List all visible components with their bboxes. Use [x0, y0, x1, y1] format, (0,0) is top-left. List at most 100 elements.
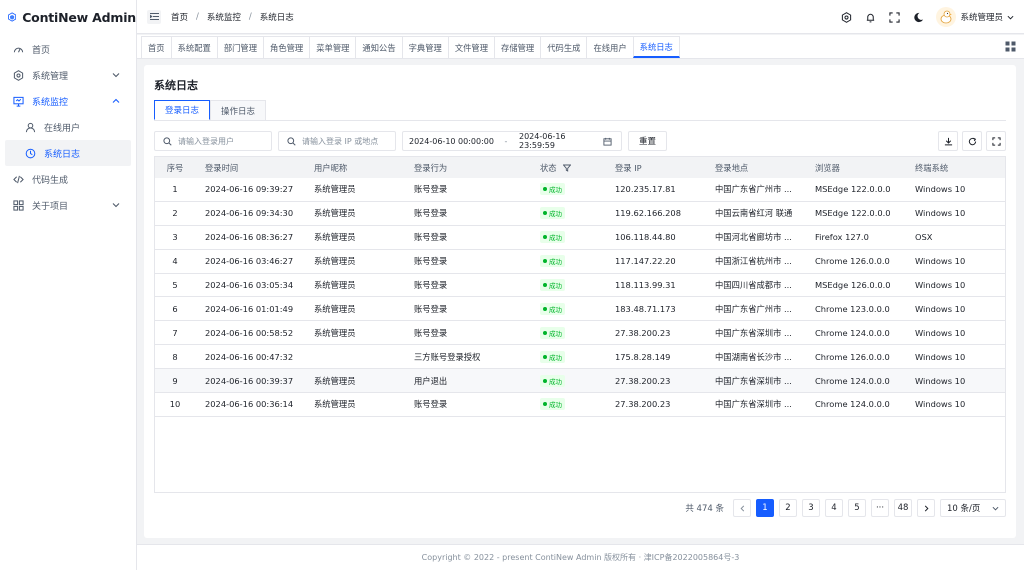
user-menu[interactable]: 系统管理员 — [936, 7, 1014, 27]
table-cell: Windows 10 — [915, 375, 966, 386]
sidebar-item[interactable]: 系统管理 — [0, 62, 131, 88]
chevron-up-icon — [112, 98, 120, 103]
next-page-button[interactable] — [917, 499, 935, 517]
export-button[interactable] — [938, 131, 958, 151]
breadcrumb-item[interactable]: 系统监控 — [207, 11, 241, 23]
tab-login-log[interactable]: 登录日志 — [154, 100, 211, 120]
status-badge: 成功 — [540, 326, 565, 339]
tab[interactable]: 通知公告 — [355, 36, 403, 58]
tab[interactable]: 存储管理 — [494, 36, 542, 58]
status-column-header: 状态 — [530, 162, 605, 174]
table-cell: Windows 10 — [915, 256, 966, 267]
table-row[interactable]: 3 2024-06-16 08:36:27 系统管理员 账号登录 成功 106.118.4… — [155, 226, 1005, 250]
tab[interactable]: 文件管理 — [447, 36, 496, 58]
table-row[interactable]: 9 2024-06-16 00:39:37 系统管理员 用户退出 成功 27.38.200… — [155, 369, 1005, 394]
total-count: 共 474 条 — [685, 504, 724, 514]
chevron-down-icon — [112, 203, 120, 208]
page-button[interactable]: 48 — [894, 499, 912, 517]
page-button[interactable]: 4 — [825, 499, 843, 517]
table-cell: 账号登录 — [414, 303, 448, 314]
tab[interactable]: 系统日志 — [632, 36, 680, 58]
page-size-select[interactable]: 10 条/页 — [940, 499, 1006, 517]
header-actions: 系统管理员 — [840, 0, 1014, 34]
calendar-icon — [603, 137, 612, 146]
column-header: 用户昵称 — [314, 162, 348, 173]
tab[interactable]: 菜单管理 — [309, 36, 357, 58]
table-cell: 120.235.17.81 — [615, 184, 676, 195]
refresh-button[interactable] — [962, 131, 982, 151]
tab[interactable]: 部门管理 — [216, 36, 265, 58]
table-cell: 2024-06-16 01:01:49 — [205, 303, 294, 314]
table-cell: 183.48.71.173 — [615, 303, 676, 314]
table-cell: 系统管理员 — [314, 399, 356, 410]
chevron-down-icon — [1007, 15, 1014, 19]
sidebar-item-label: 代码生成 — [32, 175, 69, 186]
table-row[interactable]: 10 2024-06-16 00:36:14 系统管理员 账号登录 成功 27.38.20… — [155, 393, 1005, 417]
breadcrumb-item[interactable]: 首页 — [171, 11, 188, 23]
start-date: 2024-06-10 00:00:00 — [409, 136, 494, 146]
tab[interactable]: 字典管理 — [401, 36, 449, 58]
status-cell: 成功 — [530, 183, 605, 196]
filter-icon[interactable] — [562, 164, 571, 172]
status-text: 成功 — [549, 186, 562, 195]
tabs-menu-icon[interactable] — [1005, 41, 1016, 52]
table-cell: 7 — [172, 327, 178, 338]
sidebar-item[interactable]: 系统日志 — [5, 140, 131, 166]
login-user-search[interactable]: 请输入登录用户 — [154, 131, 272, 151]
settings-icon[interactable] — [840, 11, 852, 23]
table-row[interactable]: 7 2024-06-16 00:58:52 系统管理员 账号登录 成功 27.38.200… — [155, 321, 1005, 346]
status-cell: 成功 — [530, 398, 605, 411]
status-badge: 成功 — [540, 207, 565, 220]
table-row[interactable]: 1 2024-06-16 09:39:27 系统管理员 账号登录 成功 120.235.1… — [155, 178, 1005, 202]
top-header: 首页 / 系统监控 / 系统日志 系统管理员 — [137, 0, 1024, 34]
table-row[interactable]: 4 2024-06-16 03:46:27 系统管理员 账号登录 成功 117.147.2… — [155, 250, 1005, 274]
sidebar-item-label: 关于项目 — [32, 201, 69, 212]
page-button[interactable]: 5 — [848, 499, 866, 517]
tab[interactable]: 角色管理 — [263, 36, 311, 58]
date-range-picker[interactable]: 2024-06-10 00:00:00 - 2024-06-16 23:59:5… — [402, 131, 622, 151]
status-cell: 成功 — [530, 279, 605, 291]
sidebar-item[interactable]: 首页 — [0, 36, 131, 62]
fullscreen-icon[interactable] — [888, 11, 900, 23]
tab[interactable]: 首页 — [141, 36, 172, 58]
table-row[interactable]: 5 2024-06-16 03:05:34 系统管理员 账号登录 成功 118.113.9… — [155, 274, 1005, 298]
prev-page-button[interactable] — [733, 499, 751, 517]
table-row[interactable]: 2 2024-06-16 09:34:30 系统管理员 账号登录 成功 119.62.16… — [155, 202, 1005, 226]
page-ellipsis[interactable]: ··· — [871, 499, 889, 517]
table-row[interactable]: 8 2024-06-16 00:47:32 三方账号登录授权 成功 175.8.28.1… — [155, 345, 1005, 370]
reset-button[interactable]: 重置 — [628, 131, 668, 151]
sidebar-item[interactable]: 系统监控 — [0, 88, 131, 114]
sidebar-item[interactable]: 关于项目 — [0, 192, 131, 218]
tab[interactable]: 系统配置 — [170, 36, 218, 58]
breadcrumb: 首页 / 系统监控 / 系统日志 — [171, 11, 294, 23]
app-title: ContiNew Admin — [22, 9, 136, 25]
bell-icon[interactable] — [864, 11, 876, 23]
fullscreen-button[interactable] — [986, 131, 1006, 151]
table-cell: 账号登录 — [414, 208, 448, 219]
tab[interactable]: 代码生成 — [540, 36, 588, 58]
user-name: 系统管理员 — [960, 13, 1003, 23]
page-button[interactable]: 1 — [756, 499, 774, 517]
page-button[interactable]: 3 — [802, 499, 820, 517]
table-cell: 账号登录 — [414, 399, 448, 410]
status-badge: 成功 — [540, 255, 565, 268]
table-row[interactable]: 6 2024-06-16 01:01:49 系统管理员 账号登录 成功 183.48.71… — [155, 297, 1005, 322]
dark-mode-icon[interactable] — [912, 11, 924, 23]
status-badge: 成功 — [540, 231, 565, 244]
table-cell: MSEdge 122.0.0.0 — [815, 208, 891, 219]
table-cell: MSEdge 126.0.0.0 — [815, 280, 891, 290]
page-button[interactable]: 2 — [779, 499, 797, 517]
history-icon — [24, 147, 36, 159]
menu-fold-button[interactable] — [147, 9, 161, 24]
table-cell: 27.38.200.23 — [615, 327, 671, 338]
sidebar-item[interactable]: 代码生成 — [0, 166, 131, 192]
table-cell: Chrome 124.0.0.0 — [815, 375, 890, 386]
status-text: 成功 — [549, 210, 562, 219]
sidebar-item[interactable]: 在线用户 — [0, 114, 131, 140]
tab[interactable]: 在线用户 — [586, 36, 634, 58]
ip-location-search[interactable]: 请输入登录 IP 或地点 — [278, 131, 396, 151]
column-header: 序号 — [166, 162, 184, 173]
tab-operation-log[interactable]: 操作日志 — [210, 100, 267, 120]
table-cell: Windows 10 — [915, 351, 966, 362]
logo[interactable]: ContiNew Admin — [0, 0, 136, 34]
